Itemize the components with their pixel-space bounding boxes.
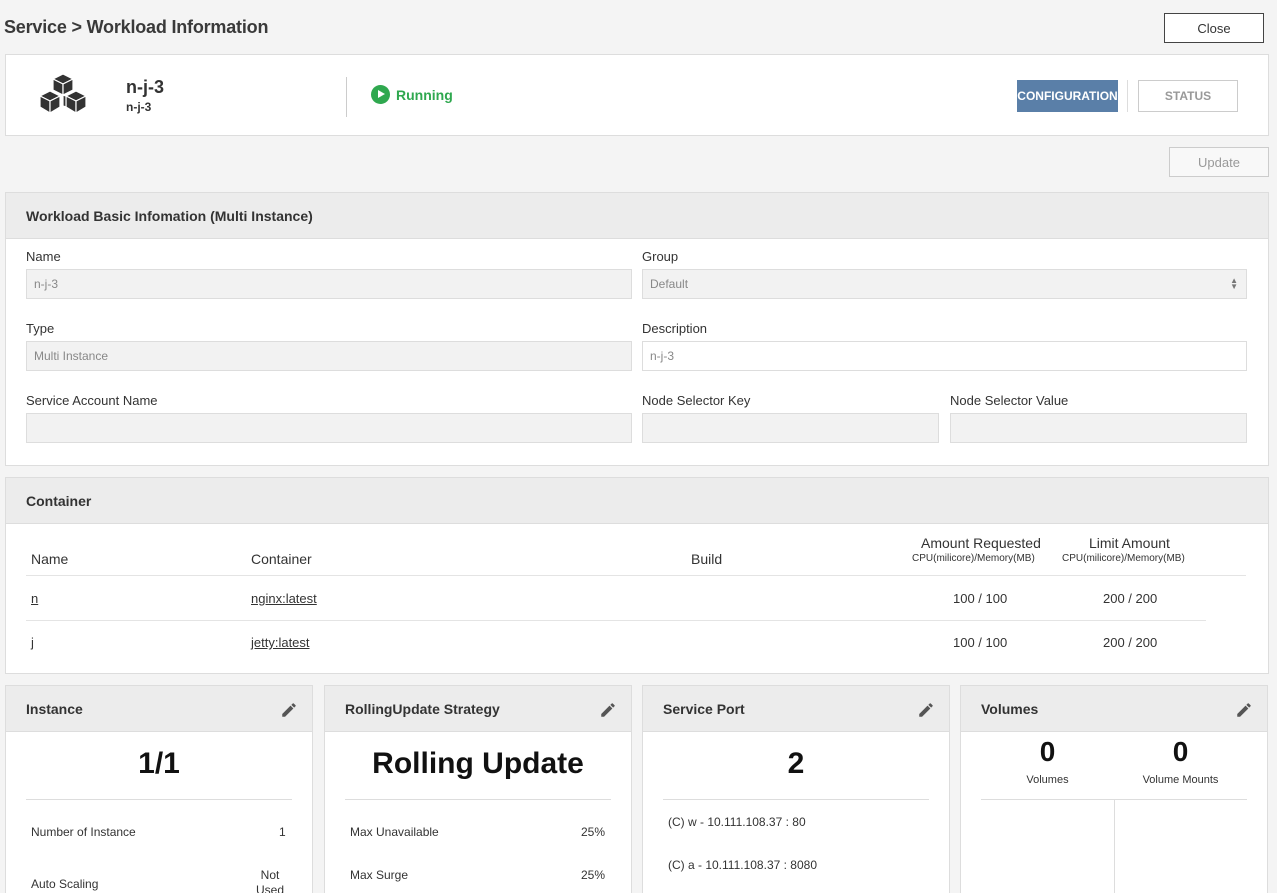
- status-text: Running: [396, 86, 453, 103]
- group-value: Default: [650, 277, 689, 291]
- col-requested: Amount Requested: [921, 535, 1041, 551]
- node-selector-key-field[interactable]: [642, 413, 939, 443]
- col-name: Name: [31, 551, 69, 567]
- container-title: Container: [6, 478, 1268, 524]
- row2-container-link[interactable]: jetty:latest: [251, 635, 310, 650]
- instance-card: Instance 1/1 Number of Instance 1 Auto S…: [5, 685, 313, 893]
- volumes-card: Volumes 0 Volumes 0 Volume Mounts: [960, 685, 1268, 893]
- number-of-instance-label: Number of Instance: [31, 825, 136, 839]
- volumes-label: Volumes: [1026, 774, 1069, 786]
- pencil-icon[interactable]: [917, 701, 935, 719]
- card-divider: [26, 799, 292, 800]
- workload-subtitle: n-j-3: [126, 100, 152, 114]
- rolling-update-card: RollingUpdate Strategy Rolling Update Ma…: [324, 685, 632, 893]
- workload-name: n-j-3: [126, 77, 164, 97]
- node-selector-value-label: Node Selector Value: [950, 393, 1069, 408]
- play-circle-icon: [371, 85, 390, 104]
- select-arrows-icon: ▲ ▼: [1230, 276, 1238, 291]
- service-port-item: (C) w - 10.111.108.37 : 80: [668, 815, 806, 829]
- row2-name: j: [31, 635, 34, 650]
- card-divider: [663, 799, 929, 800]
- instance-title: Instance: [6, 686, 312, 732]
- type-label: Type: [26, 321, 55, 336]
- cubes-icon: [39, 73, 87, 114]
- rolling-update-title: RollingUpdate Strategy: [325, 686, 631, 732]
- row1-container-link[interactable]: nginx:latest: [251, 591, 317, 606]
- tab-configuration[interactable]: CONFIGURATION: [1017, 80, 1118, 112]
- name-field[interactable]: n-j-3: [26, 269, 632, 299]
- service-port-title-text: Service Port: [663, 700, 745, 717]
- service-account-field[interactable]: [26, 413, 632, 443]
- status-indicator: Running: [371, 85, 453, 104]
- volumes-title: Volumes: [961, 686, 1267, 732]
- tab-separator: [1127, 80, 1128, 112]
- pencil-icon[interactable]: [280, 701, 298, 719]
- group-label: Group: [642, 249, 679, 264]
- description-field[interactable]: n-j-3: [642, 341, 1247, 371]
- auto-scaling-label: Auto Scaling: [31, 877, 99, 891]
- name-label: Name: [26, 249, 61, 264]
- instance-title-text: Instance: [26, 700, 83, 717]
- max-surge-label: Max Surge: [350, 868, 409, 882]
- group-select[interactable]: Default ▲ ▼: [642, 269, 1247, 299]
- volumes-column-divider: [1114, 799, 1115, 893]
- row2-requested: 100 / 100: [953, 635, 1008, 650]
- service-port-count: 2: [787, 747, 805, 780]
- instance-count: 1/1: [138, 747, 180, 780]
- header-divider: [346, 77, 347, 117]
- col-limit-sub: CPU(milicore)/Memory(MB): [1062, 553, 1185, 564]
- row2-container: jetty:latest: [251, 635, 310, 650]
- service-port-item: (C) a - 10.111.108.37 : 8080: [668, 858, 817, 872]
- volumes-title-text: Volumes: [981, 700, 1039, 717]
- basic-info-title: Workload Basic Infomation (Multi Instanc…: [6, 193, 1268, 239]
- close-button[interactable]: Close: [1164, 13, 1264, 43]
- number-of-instance-value: 1: [279, 825, 286, 839]
- row1-container: nginx:latest: [251, 591, 317, 606]
- col-container: Container: [251, 551, 312, 567]
- row-divider: [26, 620, 1206, 621]
- service-account-label: Service Account Name: [26, 393, 158, 408]
- max-surge-value: 25%: [581, 868, 606, 882]
- rolling-update-strategy: Rolling Update: [372, 747, 584, 780]
- row1-limit: 200 / 200: [1103, 591, 1158, 606]
- pencil-icon[interactable]: [599, 701, 617, 719]
- row1-name-link[interactable]: n: [31, 591, 38, 606]
- workload-header: n-j-3 n-j-3 Running CONFIGURATION STATUS: [5, 54, 1269, 136]
- card-divider: [345, 799, 611, 800]
- col-limit: Limit Amount: [1089, 535, 1170, 551]
- row1-name: n: [31, 591, 38, 606]
- node-selector-key-label: Node Selector Key: [642, 393, 751, 408]
- col-requested-sub: CPU(milicore)/Memory(MB): [912, 553, 1035, 564]
- service-port-card: Service Port 2 (C) w - 10.111.108.37 : 8…: [642, 685, 950, 893]
- rolling-update-title-text: RollingUpdate Strategy: [345, 700, 500, 717]
- col-build: Build: [691, 551, 723, 567]
- row2-limit: 200 / 200: [1103, 635, 1158, 650]
- type-field[interactable]: Multi Instance: [26, 341, 632, 371]
- node-selector-value-field[interactable]: [950, 413, 1247, 443]
- service-port-title: Service Port: [643, 686, 949, 732]
- container-panel: Container Name Container Build Amount Re…: [5, 477, 1269, 674]
- auto-scaling-value: Not Used: [255, 868, 284, 893]
- volume-mounts-label: Volume Mounts: [1142, 774, 1219, 786]
- page-title: Service > Workload Information: [4, 17, 269, 37]
- row1-requested: 100 / 100: [953, 591, 1008, 606]
- volume-mounts-count: 0: [1172, 736, 1189, 767]
- max-unavailable-label: Max Unavailable: [350, 825, 439, 839]
- basic-info-panel: Workload Basic Infomation (Multi Instanc…: [5, 192, 1269, 466]
- update-button[interactable]: Update: [1169, 147, 1269, 177]
- header-divider-line: [26, 575, 1246, 576]
- pencil-icon[interactable]: [1235, 701, 1253, 719]
- max-unavailable-value: 25%: [581, 825, 606, 839]
- description-label: Description: [642, 321, 708, 336]
- tab-status[interactable]: STATUS: [1138, 80, 1238, 112]
- volumes-count: 0: [1039, 736, 1056, 767]
